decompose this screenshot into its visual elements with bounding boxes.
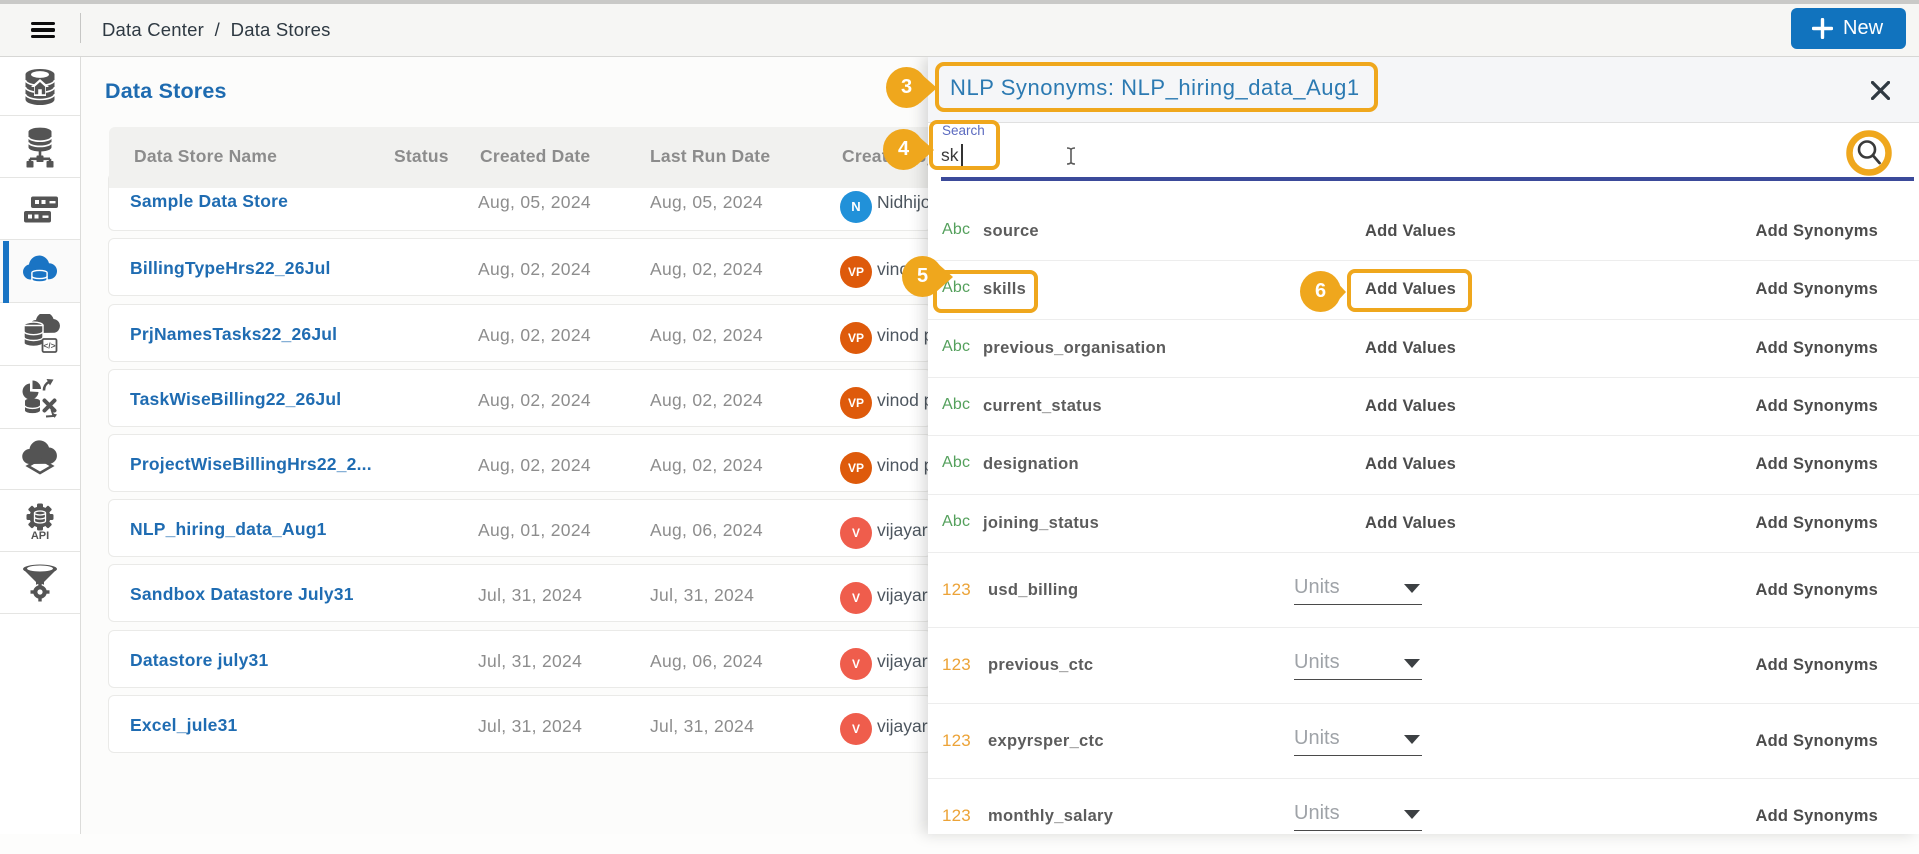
svg-text:</>: </>: [43, 341, 55, 351]
svg-text:API: API: [31, 530, 49, 542]
